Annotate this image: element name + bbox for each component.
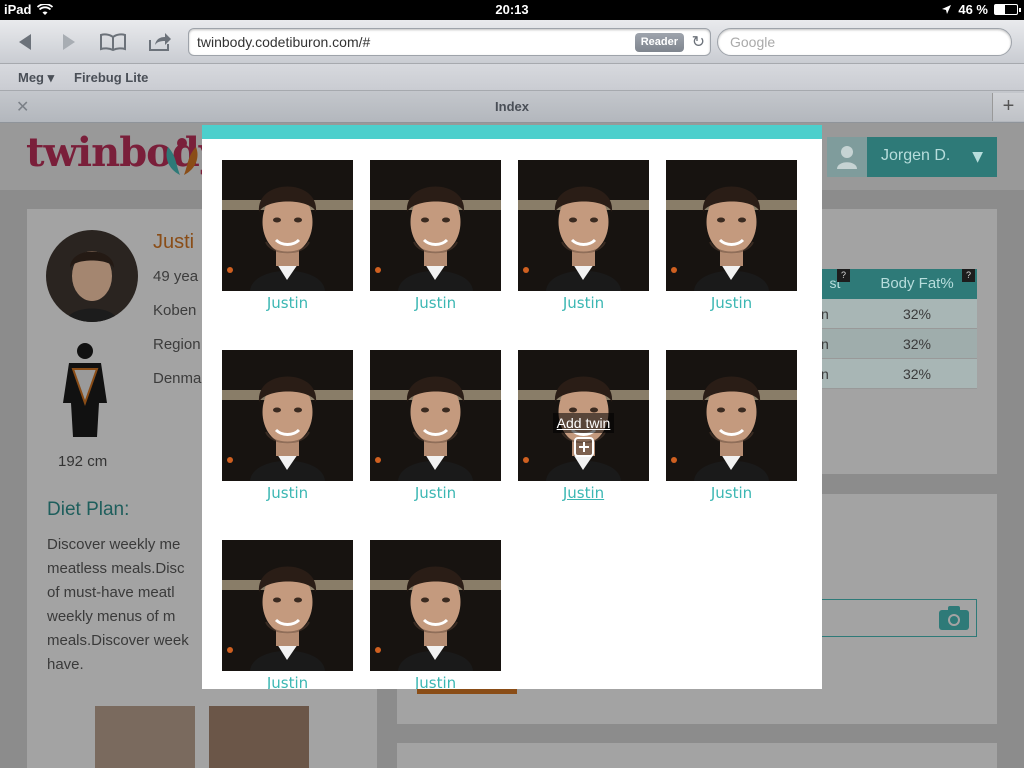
back-arrow-icon (19, 34, 31, 50)
back-button[interactable] (10, 28, 40, 56)
bookmarks-button[interactable] (98, 28, 128, 56)
plus-square-icon[interactable] (573, 437, 594, 457)
table-row: n 32% (819, 359, 977, 389)
twin-card[interactable]: Justin (222, 350, 353, 510)
lower-panel (397, 743, 997, 768)
twin-name[interactable]: Justin (370, 674, 501, 689)
status-bar: iPad 20:13 46 % (0, 0, 1024, 20)
twin-card[interactable]: Add twin Justin (518, 350, 649, 510)
profile-region: Region (153, 336, 201, 353)
camera-icon[interactable] (938, 605, 970, 631)
twin-name[interactable]: Justin (370, 484, 501, 502)
twin-card[interactable]: Justin (370, 350, 501, 510)
twin-name[interactable]: Justin (222, 484, 353, 502)
bookmark-firebug-lite[interactable]: Firebug Lite (74, 70, 148, 85)
twin-photo[interactable] (370, 160, 501, 291)
search-input[interactable] (730, 34, 990, 50)
new-tab-button[interactable]: + (992, 93, 1024, 121)
twin-photo[interactable] (222, 540, 353, 671)
twin-card[interactable]: Justin (222, 160, 353, 320)
table-row: n 32% (819, 329, 977, 359)
body-photo-1[interactable] (95, 706, 195, 768)
profile-country: Denma (153, 370, 202, 387)
twins-modal: Justin Justin Justin Justin Justin Justi… (202, 125, 822, 689)
twin-name[interactable]: Justin (518, 484, 649, 502)
chevron-down-icon: ▼ (972, 149, 983, 165)
twin-card[interactable]: Justin (370, 540, 501, 689)
tab-bar: ✕ Index + (0, 91, 1024, 123)
twin-card[interactable]: Justin (370, 160, 501, 320)
twin-card[interactable]: Justin (518, 160, 649, 320)
user-avatar-icon (827, 137, 867, 177)
book-icon (100, 33, 126, 51)
user-menu[interactable]: Jorgen D. ▼ (827, 137, 997, 177)
twin-photo[interactable] (518, 160, 649, 291)
share-icon (149, 33, 171, 51)
body-photo-2[interactable] (209, 706, 309, 768)
twin-card[interactable]: Justin (666, 160, 797, 320)
twin-card[interactable]: Justin (222, 540, 353, 689)
diet-plan-text: Discover weekly me meatless meals.Disc o… (47, 536, 189, 673)
url-text: twinbody.codetiburon.com/# (197, 34, 371, 50)
profile-age: 49 yea (153, 268, 199, 285)
add-twin-button[interactable]: Add twin (552, 413, 615, 433)
profile-city: Koben (153, 302, 197, 319)
twin-name[interactable]: Justin (222, 674, 353, 689)
help-icon[interactable]: ? (837, 269, 850, 282)
twin-photo[interactable] (370, 540, 501, 671)
battery-icon (994, 4, 1021, 15)
table-row: n 32% (819, 299, 977, 329)
stats-table: st Body Fat% ? ? n 32% n 32% n 32% (819, 269, 977, 389)
twin-photo[interactable] (222, 350, 353, 481)
location-arrow-icon (942, 5, 952, 14)
twin-photo[interactable] (370, 350, 501, 481)
forward-button[interactable] (54, 28, 84, 56)
clock: 20:13 (495, 2, 529, 17)
twin-name[interactable]: Justin (518, 294, 649, 312)
body-silhouette-icon (63, 343, 107, 437)
user-name: Jorgen D. (881, 147, 951, 164)
search-field[interactable] (717, 28, 1012, 56)
bookmark-meg[interactable]: Meg ▾ (18, 70, 54, 86)
add-twin-overlay[interactable]: Add twin (518, 413, 649, 471)
twin-name[interactable]: Justin (666, 484, 797, 502)
diet-plan-title: Diet Plan: (47, 499, 130, 520)
twin-photo[interactable] (666, 160, 797, 291)
modal-header-bar (202, 125, 822, 139)
twin-card[interactable]: Justin (666, 350, 797, 510)
help-icon[interactable]: ? (962, 269, 975, 282)
photo-upload-field[interactable] (820, 599, 977, 637)
twin-name[interactable]: Justin (370, 294, 501, 312)
address-bar[interactable]: twinbody.codetiburon.com/# Reader ↻ (188, 28, 711, 56)
forward-arrow-icon (63, 34, 75, 50)
height-value: 192 cm (58, 453, 108, 470)
reload-icon[interactable]: ↻ (692, 32, 705, 51)
profile-avatar (46, 230, 138, 322)
browser-toolbar: twinbody.codetiburon.com/# Reader ↻ (0, 20, 1024, 64)
bookmarks-bar: Meg ▾ Firebug Lite (0, 64, 1024, 91)
twin-photo[interactable] (666, 350, 797, 481)
reader-button[interactable]: Reader (634, 33, 684, 52)
twin-photo[interactable] (222, 160, 353, 291)
stats-header-row: st Body Fat% ? ? (819, 269, 977, 299)
battery-percent: 46 % (958, 2, 988, 17)
share-button[interactable] (145, 28, 175, 56)
logo-mark-icon (166, 138, 198, 175)
tab-index[interactable]: Index (0, 99, 1024, 114)
profile-name: Justi (153, 231, 195, 253)
twin-name[interactable]: Justin (222, 294, 353, 312)
twin-name[interactable]: Justin (666, 294, 797, 312)
